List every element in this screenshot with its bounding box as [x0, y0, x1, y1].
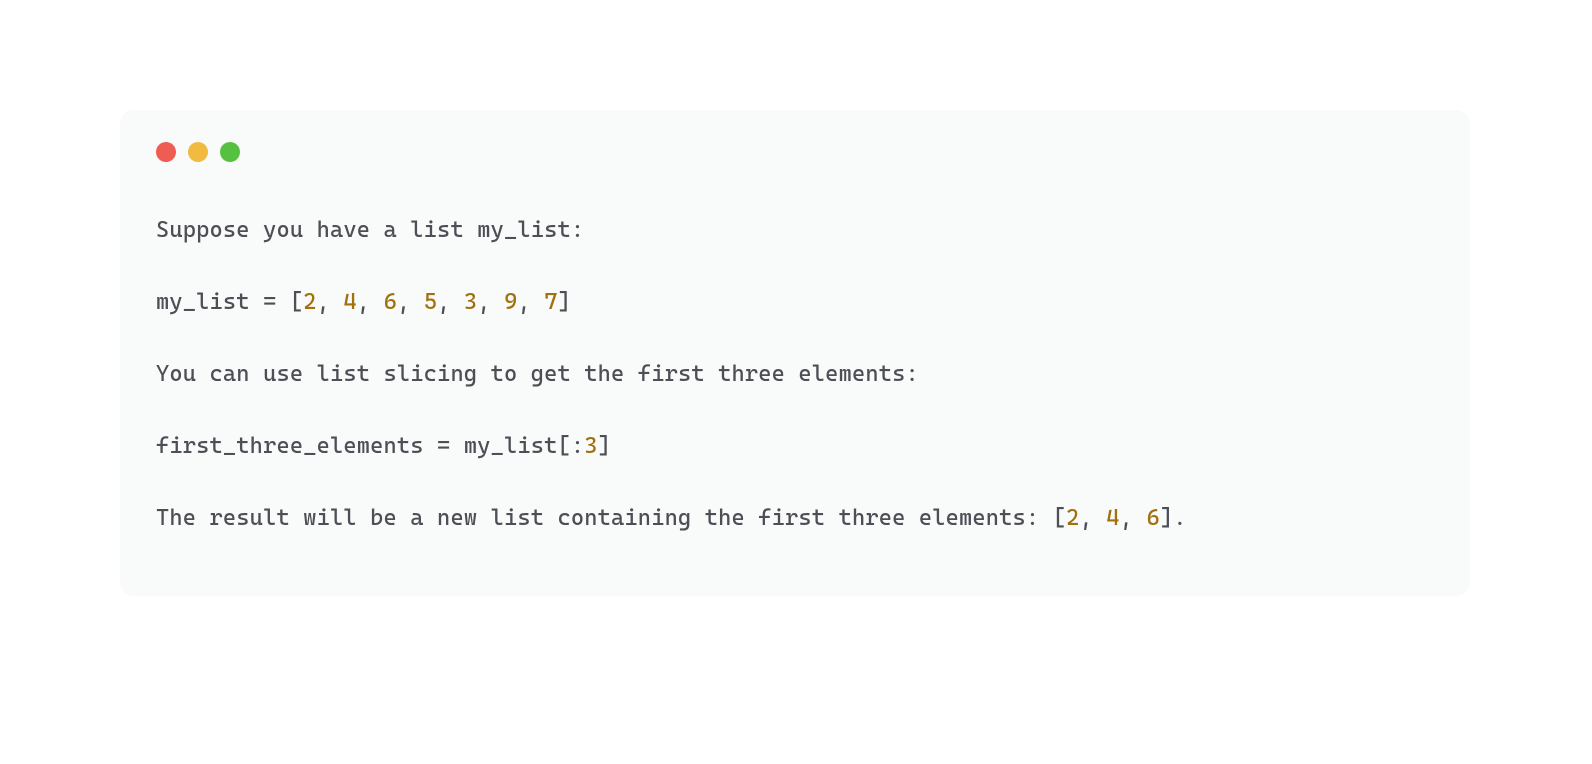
- code-line-5-tail: ].: [1160, 505, 1187, 531]
- number-literal: 7: [544, 289, 557, 315]
- number-literal: 2: [303, 289, 316, 315]
- code-line-4-tail: ]: [598, 433, 611, 459]
- number-literal: 9: [504, 289, 517, 315]
- number-literal: 6: [1146, 505, 1159, 531]
- sep: ,: [397, 289, 424, 315]
- number-literal: 2: [1066, 505, 1079, 531]
- number-literal: 3: [464, 289, 477, 315]
- code-line-2-tail: ]: [558, 289, 571, 315]
- sep: ,: [477, 289, 504, 315]
- code-block: Suppose you have a list my_list: my_list…: [156, 212, 1434, 536]
- sep: ,: [437, 289, 464, 315]
- code-line-5-lead: The result will be a new list containing…: [156, 505, 1066, 531]
- number-literal: 6: [384, 289, 397, 315]
- number-literal: 4: [1106, 505, 1119, 531]
- code-line-1: Suppose you have a list my_list:: [156, 217, 584, 243]
- sep: ,: [517, 289, 544, 315]
- number-literal: 5: [424, 289, 437, 315]
- window-controls: [156, 142, 1434, 162]
- code-card: Suppose you have a list my_list: my_list…: [120, 110, 1470, 596]
- code-line-3: You can use list slicing to get the firs…: [156, 361, 919, 387]
- number-literal: 4: [343, 289, 356, 315]
- sep: ,: [1079, 505, 1106, 531]
- code-line-2-lead: my_list = [: [156, 289, 303, 315]
- number-literal: 3: [584, 433, 597, 459]
- sep: ,: [1120, 505, 1147, 531]
- code-line-4-lead: first_three_elements = my_list[:: [156, 433, 584, 459]
- minimize-icon[interactable]: [188, 142, 208, 162]
- sep: ,: [357, 289, 384, 315]
- zoom-icon[interactable]: [220, 142, 240, 162]
- sep: ,: [317, 289, 344, 315]
- close-icon[interactable]: [156, 142, 176, 162]
